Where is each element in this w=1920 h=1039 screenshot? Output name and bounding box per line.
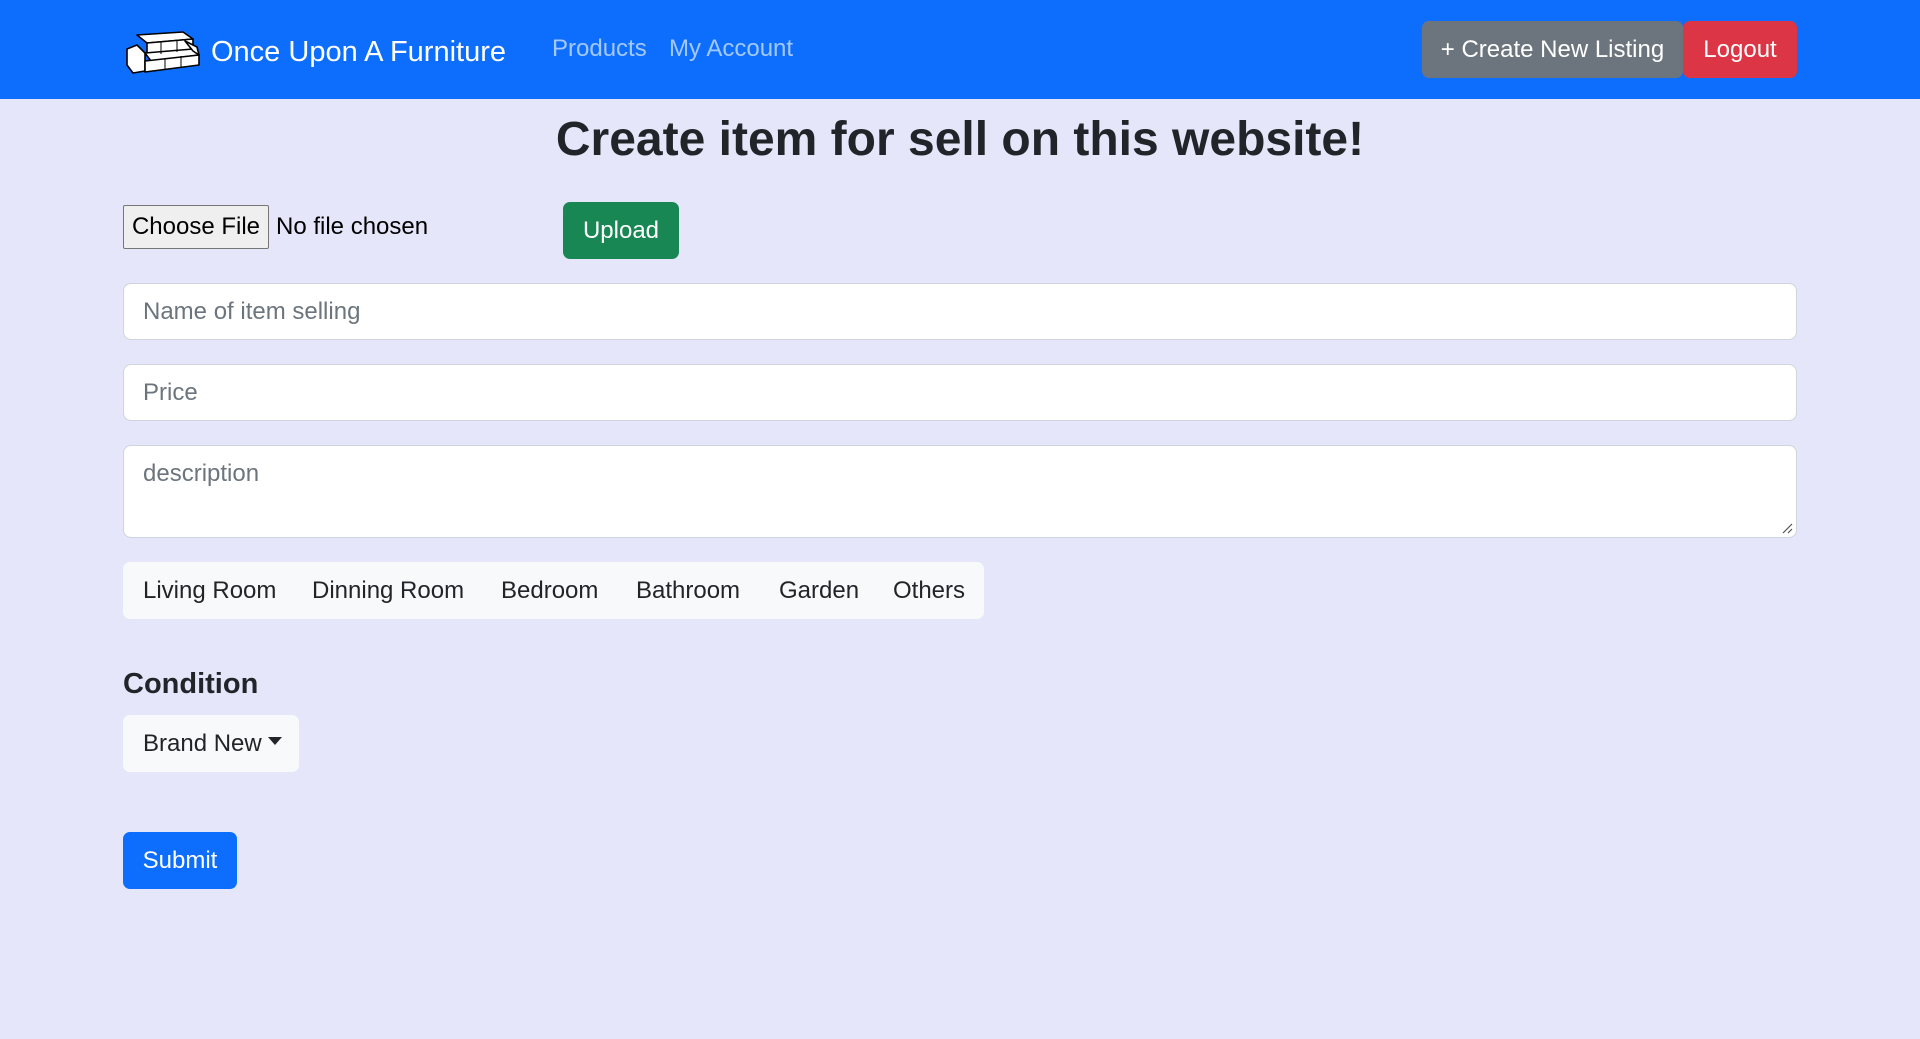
description-textarea[interactable]: description bbox=[123, 445, 1797, 538]
description-placeholder: description bbox=[143, 460, 260, 487]
condition-heading: Condition bbox=[123, 668, 259, 700]
category-garden[interactable]: Garden bbox=[779, 562, 859, 619]
page-title: Create item for sell on this website! bbox=[555, 113, 1365, 166]
brand-title: Once Upon A Furniture bbox=[211, 35, 506, 68]
upload-button[interactable]: Upload bbox=[563, 202, 679, 259]
caret-down-icon bbox=[267, 736, 282, 745]
choose-file-button[interactable]: Choose File bbox=[123, 205, 269, 249]
condition-dropdown[interactable]: Brand New bbox=[123, 715, 299, 772]
sofa-icon bbox=[126, 31, 200, 74]
navbar: Once Upon A Furniture Products My Accoun… bbox=[0, 0, 1920, 99]
category-dinning-room[interactable]: Dinning Room bbox=[312, 562, 464, 619]
item-name-placeholder: Name of item selling bbox=[143, 297, 361, 325]
condition-selected-value: Brand New bbox=[143, 729, 262, 757]
item-name-input[interactable]: Name of item selling bbox=[123, 283, 1797, 340]
logout-button[interactable]: Logout bbox=[1683, 21, 1797, 78]
category-others[interactable]: Others bbox=[893, 562, 965, 619]
category-living-room[interactable]: Living Room bbox=[143, 562, 276, 619]
price-input[interactable]: Price bbox=[123, 364, 1797, 421]
nav-link-products[interactable]: Products bbox=[552, 35, 647, 63]
nav-link-my-account[interactable]: My Account bbox=[669, 35, 793, 63]
resize-handle-icon[interactable] bbox=[1781, 522, 1793, 534]
file-status-text: No file chosen bbox=[276, 213, 429, 240]
create-new-listing-button[interactable]: + Create New Listing bbox=[1422, 21, 1683, 78]
category-bedroom[interactable]: Bedroom bbox=[501, 562, 598, 619]
category-bathroom[interactable]: Bathroom bbox=[636, 562, 740, 619]
category-tabs: Living Room Dinning Room Bedroom Bathroo… bbox=[123, 562, 984, 619]
submit-button[interactable]: Submit bbox=[123, 832, 237, 889]
brand[interactable]: Once Upon A Furniture bbox=[123, 29, 506, 75]
price-placeholder: Price bbox=[143, 378, 198, 406]
